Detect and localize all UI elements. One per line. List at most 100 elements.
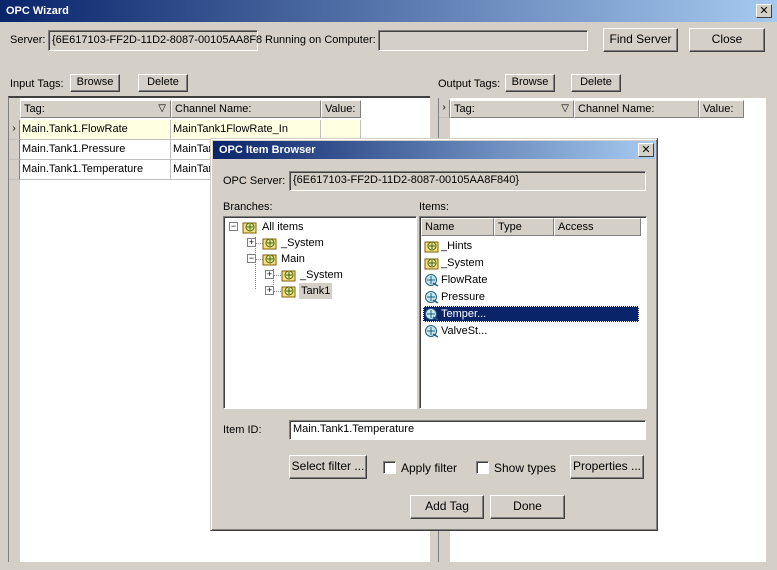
tree-item-system[interactable]: _System xyxy=(281,235,324,251)
list-item-label: Temper... xyxy=(441,308,487,320)
output-delete-button[interactable]: Delete xyxy=(571,74,621,92)
expand-icon[interactable]: + xyxy=(265,270,274,279)
filter-icon: ▽ xyxy=(158,103,166,114)
select-filter-button[interactable]: Select filter ... xyxy=(289,455,367,479)
add-tag-button[interactable]: Add Tag xyxy=(410,495,484,519)
items-header-label: Type xyxy=(498,221,522,233)
list-item-label: ValveSt... xyxy=(441,325,488,337)
opc-folder-icon xyxy=(281,270,296,282)
select-filter-label: Select filter ... xyxy=(291,459,365,473)
tree-item-main[interactable]: Main xyxy=(281,251,305,267)
item-id-input[interactable]: Main.Tank1.Temperature xyxy=(289,420,646,440)
done-button[interactable]: Done xyxy=(490,495,565,519)
list-item[interactable]: _System xyxy=(441,255,484,271)
input-header-channel[interactable]: Channel Name: xyxy=(171,100,321,118)
output-header-channel[interactable]: Channel Name: xyxy=(574,100,699,118)
output-header-channel-label: Channel Name: xyxy=(578,103,655,115)
row-header[interactable] xyxy=(9,160,20,180)
tree-item-label: _System xyxy=(281,237,324,249)
browser-close-icon[interactable]: ✕ xyxy=(638,143,654,157)
items-header-label: Access xyxy=(558,221,594,233)
opc-folder-icon xyxy=(242,222,257,234)
table-row-tag[interactable]: Main.Tank1.Temperature xyxy=(20,160,171,180)
row-indicator-icon[interactable]: › xyxy=(9,120,20,140)
items-header-access[interactable]: Access xyxy=(554,218,641,236)
list-item[interactable]: Temper... xyxy=(441,306,486,322)
opc-folder-icon xyxy=(424,258,439,270)
input-header-channel-label: Channel Name: xyxy=(175,103,252,115)
table-row-tag[interactable]: Main.Tank1.Pressure xyxy=(20,140,171,160)
tree-item-tank1[interactable]: Tank1 xyxy=(299,283,333,299)
input-delete-button[interactable]: Delete xyxy=(138,74,188,92)
output-header-value[interactable]: Value: xyxy=(699,100,744,118)
table-row-value[interactable] xyxy=(321,120,361,140)
collapse-icon[interactable]: − xyxy=(247,254,256,263)
output-browse-button[interactable]: Browse xyxy=(505,74,555,92)
list-item[interactable]: _Hints xyxy=(441,238,472,254)
collapse-icon[interactable]: − xyxy=(229,222,238,231)
output-header-tag-label: Tag: xyxy=(454,103,475,115)
list-item[interactable]: ValveSt... xyxy=(441,323,487,339)
wizard-close-icon[interactable]: ✕ xyxy=(756,4,772,18)
cell-text: Main.Tank1.FlowRate xyxy=(22,123,128,135)
table-row-channel[interactable]: MainTank1FlowRate_In xyxy=(171,120,321,140)
apply-filter-label: Apply filter xyxy=(401,461,458,475)
server-field: {6E617103-FF2D-11D2-8087-00105AA8F8 xyxy=(48,30,262,51)
row-header[interactable] xyxy=(9,140,20,160)
properties-button[interactable]: Properties ... xyxy=(570,455,644,479)
tree-item-all-items[interactable]: All items xyxy=(262,219,304,235)
items-list[interactable]: Name Type Access _Hints _System FlowRate… xyxy=(419,216,647,409)
tree-item-main-system[interactable]: _System xyxy=(300,267,343,283)
opc-server-value: {6E617103-FF2D-11D2-8087-00105AA8F840} xyxy=(293,174,520,186)
items-label: Items: xyxy=(419,201,449,213)
show-types-checkbox[interactable] xyxy=(476,461,489,474)
input-header-tag[interactable]: Tag: ▽ xyxy=(20,100,171,118)
cell-text: Main.Tank1.Pressure xyxy=(22,143,126,155)
item-id-value: Main.Tank1.Temperature xyxy=(293,423,415,435)
close-button[interactable]: Close xyxy=(689,28,765,52)
output-header-tag[interactable]: Tag: ▽ xyxy=(450,100,574,118)
input-delete-label: Delete xyxy=(147,76,179,88)
list-item[interactable]: FlowRate xyxy=(441,272,487,288)
expand-icon[interactable]: + xyxy=(265,286,274,295)
input-browse-button[interactable]: Browse xyxy=(70,74,120,92)
list-item-label: FlowRate xyxy=(441,274,488,286)
items-header-type[interactable]: Type xyxy=(494,218,554,236)
input-header-value[interactable]: Value: xyxy=(321,100,361,118)
list-item-label: _Hints xyxy=(441,240,473,252)
browser-title-bar[interactable]: OPC Item Browser xyxy=(213,141,655,159)
input-header-value-label: Value: xyxy=(325,103,356,115)
table-row-tag[interactable]: Main.Tank1.FlowRate xyxy=(20,120,171,140)
properties-label: Properties ... xyxy=(572,459,642,473)
opc-server-label: OPC Server: xyxy=(223,175,286,187)
expand-icon[interactable]: + xyxy=(247,238,256,247)
items-header-name[interactable]: Name xyxy=(421,218,494,236)
cell-text: Main.Tank1.Temperature xyxy=(22,163,144,175)
running-on-computer-label: Running on Computer: xyxy=(265,34,376,46)
tree-item-label: Tank1 xyxy=(301,285,331,297)
branches-tree[interactable]: − All items + _System − Main + _System +… xyxy=(223,216,417,409)
opc-server-field: {6E617103-FF2D-11D2-8087-00105AA8F840} xyxy=(289,171,646,191)
tree-item-label: _System xyxy=(300,269,343,281)
branches-label: Branches: xyxy=(223,201,273,213)
opc-folder-icon xyxy=(262,238,277,250)
output-delete-label: Delete xyxy=(580,76,612,88)
server-value: {6E617103-FF2D-11D2-8087-00105AA8F8 xyxy=(52,34,263,46)
show-types-label: Show types xyxy=(494,461,557,475)
list-item[interactable]: Pressure xyxy=(441,289,485,305)
opc-folder-icon xyxy=(262,254,277,266)
items-header-label: Name xyxy=(425,221,455,233)
list-item-label: Pressure xyxy=(441,291,486,303)
cell-text: MainTar xyxy=(173,143,213,155)
find-server-button[interactable]: Find Server xyxy=(603,28,678,52)
find-server-label: Find Server xyxy=(609,32,672,46)
opc-tag-icon xyxy=(425,325,439,338)
apply-filter-checkbox[interactable] xyxy=(383,461,396,474)
cell-text: MainTar xyxy=(173,163,213,175)
output-row-indicator-icon: › xyxy=(439,100,450,118)
opc-folder-icon xyxy=(424,241,439,253)
output-browse-label: Browse xyxy=(511,76,549,88)
wizard-title-bar[interactable]: OPC Wizard xyxy=(0,0,777,22)
opc-tag-icon xyxy=(425,308,439,321)
opc-folder-open-icon xyxy=(281,286,296,298)
